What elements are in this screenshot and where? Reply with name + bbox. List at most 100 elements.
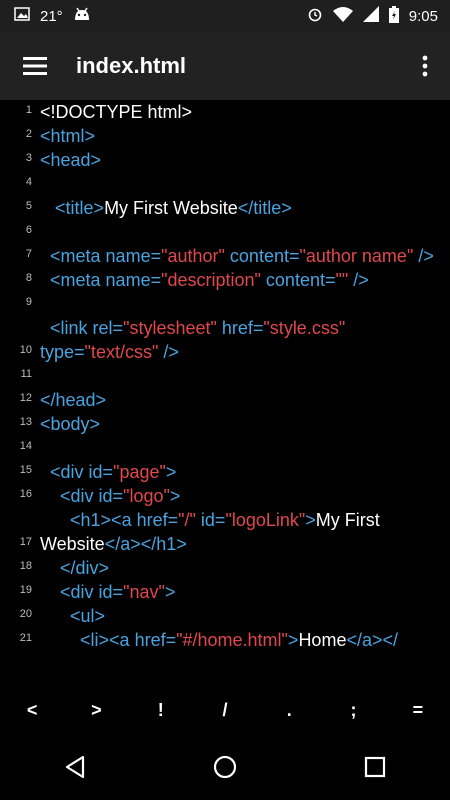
code-token: id= bbox=[98, 582, 124, 602]
line-number: 5 bbox=[25, 200, 32, 212]
code-line[interactable]: 21 <li><a href="#/home.html">Home</a></ bbox=[0, 628, 450, 652]
code-line[interactable]: 5 <title>My First Website</title> bbox=[0, 196, 450, 220]
code-text: <html> bbox=[40, 126, 95, 146]
line-number: 17 bbox=[19, 536, 32, 548]
code-token: </head> bbox=[40, 390, 107, 410]
code-text: </div> bbox=[40, 558, 109, 578]
code-token: > bbox=[164, 582, 176, 602]
code-token: "/" bbox=[178, 510, 196, 530]
code-line[interactable]: 20 <ul> bbox=[0, 604, 450, 628]
code-token: name= bbox=[105, 270, 162, 290]
symbol-key[interactable]: ; bbox=[334, 700, 374, 721]
symbol-key[interactable]: / bbox=[205, 700, 245, 721]
code-line[interactable]: 3 <head> bbox=[0, 148, 450, 172]
symbol-bar: < >! /.; = bbox=[0, 686, 450, 734]
file-title: index.html bbox=[76, 53, 187, 78]
line-number: 2 bbox=[25, 128, 32, 140]
code-token: <body> bbox=[40, 414, 101, 434]
code-token: /> bbox=[348, 270, 369, 290]
code-token: <div bbox=[50, 462, 89, 482]
code-line[interactable]: 9 bbox=[0, 292, 450, 316]
code-token: href= bbox=[136, 510, 179, 530]
symbol-key[interactable]: ! bbox=[141, 700, 181, 721]
code-token: "logoLink" bbox=[225, 510, 306, 530]
code-line[interactable]: 1 <!DOCTYPE html> bbox=[0, 100, 450, 124]
code-token: <div bbox=[60, 486, 99, 506]
code-token: href= bbox=[216, 318, 264, 338]
code-token: <title> bbox=[55, 198, 105, 218]
code-token: "page" bbox=[113, 462, 166, 482]
symbol-key[interactable]: . bbox=[269, 700, 309, 721]
code-line[interactable]: 11 bbox=[0, 364, 450, 388]
code-token: content= bbox=[260, 270, 336, 290]
app-bar: index.html bbox=[0, 32, 450, 100]
symbol-key[interactable]: = bbox=[398, 700, 438, 721]
signal-icon bbox=[362, 6, 379, 26]
code-line[interactable]: 16 <div id="logo"> bbox=[0, 484, 450, 508]
code-text: <body> bbox=[40, 414, 100, 434]
code-text: <div id="nav"> bbox=[40, 582, 175, 602]
code-text: <div id="page"> bbox=[40, 462, 176, 482]
code-line[interactable]: 17 <h1><a href="/" id="logoLink">My Firs… bbox=[0, 508, 450, 556]
code-token: <!DOCTYPE html> bbox=[40, 102, 193, 122]
code-token: "text/css" bbox=[84, 342, 159, 362]
android-icon bbox=[73, 6, 91, 26]
code-line[interactable]: 2 <html> bbox=[0, 124, 450, 148]
system-nav-bar bbox=[0, 734, 450, 800]
alarm-icon bbox=[307, 6, 323, 26]
code-line[interactable]: 15 <div id="page"> bbox=[0, 460, 450, 484]
code-token: > bbox=[287, 630, 299, 650]
code-line[interactable]: 18 </div> bbox=[0, 556, 450, 580]
symbol-key[interactable]: < bbox=[12, 700, 52, 721]
more-vertical-icon[interactable] bbox=[400, 32, 450, 100]
code-line[interactable]: 6 bbox=[0, 220, 450, 244]
back-triangle-icon[interactable] bbox=[45, 737, 105, 797]
code-text: <h1><a href="/" id="logoLink">My First W… bbox=[40, 510, 385, 554]
code-token: href= bbox=[134, 630, 177, 650]
wifi-icon bbox=[332, 6, 353, 26]
code-token: </a></ bbox=[346, 630, 399, 650]
code-line[interactable]: 12 </head> bbox=[0, 388, 450, 412]
code-token: <meta bbox=[50, 270, 106, 290]
code-text: <ul> bbox=[40, 606, 105, 626]
line-number: 6 bbox=[25, 224, 32, 236]
code-token: > bbox=[165, 462, 177, 482]
code-token: <meta bbox=[50, 246, 106, 266]
code-token: "author name" bbox=[299, 246, 414, 266]
code-line[interactable]: 8 <meta name="description" content="" /> bbox=[0, 268, 450, 292]
code-text: <link rel="stylesheet" href="style.css" … bbox=[40, 318, 350, 362]
code-line[interactable]: 14 bbox=[0, 436, 450, 460]
hamburger-menu-icon[interactable] bbox=[0, 32, 70, 100]
code-line[interactable]: 4 bbox=[0, 172, 450, 196]
code-token: <li><a bbox=[80, 630, 135, 650]
code-token: id= bbox=[88, 462, 114, 482]
symbol-key[interactable]: > bbox=[76, 700, 116, 721]
line-number: 9 bbox=[25, 296, 32, 308]
code-editor[interactable]: 1 <!DOCTYPE html> 2 <html> 3 <head> 4 5 <title… bbox=[0, 100, 450, 686]
battery-icon bbox=[388, 5, 399, 27]
line-number: 14 bbox=[19, 440, 32, 452]
home-circle-icon[interactable] bbox=[195, 737, 255, 797]
code-token: "#/home.html" bbox=[176, 630, 288, 650]
code-line[interactable]: 7 <meta name="author" content="author na… bbox=[0, 244, 450, 268]
code-line[interactable]: 19 <div id="nav"> bbox=[0, 580, 450, 604]
line-number: 20 bbox=[19, 608, 32, 620]
code-token: My First Website bbox=[104, 198, 238, 218]
code-text: <li><a href="#/home.html">Home</a></ bbox=[40, 630, 398, 650]
line-number: 10 bbox=[19, 344, 32, 356]
code-token: id= bbox=[195, 510, 226, 530]
code-text: <!DOCTYPE html> bbox=[40, 102, 192, 122]
code-token: "description" bbox=[161, 270, 261, 290]
recents-square-icon[interactable] bbox=[345, 737, 405, 797]
code-token: "author" bbox=[161, 246, 225, 266]
code-line[interactable]: 10 <link rel="stylesheet" href="style.cs… bbox=[0, 316, 450, 364]
code-text: <div id="logo"> bbox=[40, 486, 180, 506]
code-line[interactable]: 13 <body> bbox=[0, 412, 450, 436]
